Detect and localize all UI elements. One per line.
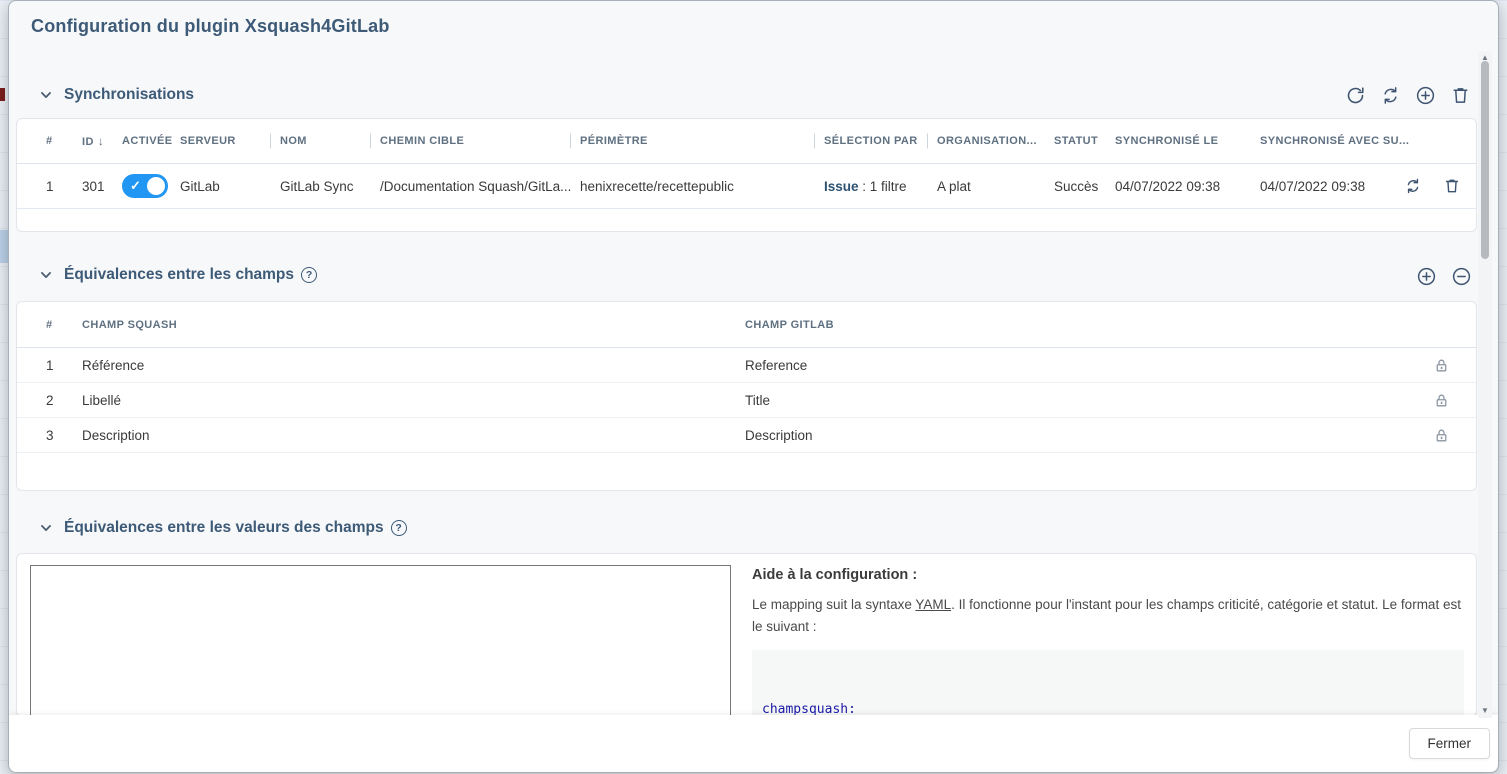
lock-icon [1433, 357, 1450, 374]
cell-perimeter: henixrecette/recettepublic [580, 179, 824, 194]
cell-num: 3 [46, 428, 82, 443]
scroll-down-icon[interactable]: ▼ [1481, 704, 1489, 718]
yaml-editor[interactable] [30, 565, 731, 717]
cell-num: 2 [46, 393, 82, 408]
cell-champ-gitlab: Description [745, 428, 1424, 443]
yaml-example-code: champsquash: valeurgitlab1: valeursquash… [752, 650, 1464, 717]
section-title: Équivalences entre les valeurs des champ… [64, 519, 384, 537]
dialog-footer: Fermer [9, 715, 1498, 772]
add-mapping-icon[interactable] [1415, 265, 1437, 287]
col-header-synced-with[interactable]: SYNCHRONISÉ AVEC SU... [1260, 135, 1402, 147]
sync-table-card: # ID↓ ACTIVÉE SERVEUR NOM CHEMIN CIBLE P… [16, 118, 1477, 232]
sync-toolbar [1344, 84, 1471, 106]
cell-target: /Documentation Squash/GitLa... [380, 179, 580, 194]
help-heading: Aide à la configuration : [752, 567, 1464, 583]
mapping-table-header: # CHAMP SQUASH CHAMP GITLAB [17, 302, 1476, 348]
sort-desc-icon: ↓ [98, 134, 104, 148]
add-sync-icon[interactable] [1414, 84, 1436, 106]
section-header-synchronisations[interactable]: Synchronisations [39, 86, 194, 104]
cell-num: 1 [46, 179, 82, 194]
col-header-selection[interactable]: SÉLECTION PAR [824, 135, 937, 147]
cell-status: Succès [1054, 179, 1115, 194]
mapping-row: 1 Référence Reference [17, 348, 1476, 383]
sync-table-row: 1 301 ✓ GitLab GitLab Sync /Documentatio… [17, 164, 1476, 209]
active-toggle[interactable]: ✓ [122, 174, 168, 198]
help-text: Le mapping suit la syntaxe YAML. Il fonc… [752, 594, 1464, 637]
lock-icon [1433, 427, 1450, 444]
cell-synced-with: 04/07/2022 09:38 [1260, 179, 1402, 194]
cell-champ-squash: Libellé [82, 393, 745, 408]
section-title: Équivalences entre les champs [64, 266, 294, 284]
section-header-value-mapping[interactable]: Équivalences entre les valeurs des champ… [39, 519, 407, 537]
check-icon: ✓ [130, 178, 141, 194]
config-help-panel: Aide à la configuration : Le mapping sui… [752, 567, 1464, 717]
section-header-field-mapping[interactable]: Équivalences entre les champs ? [39, 266, 317, 284]
chevron-down-icon[interactable] [39, 88, 53, 102]
field-mapping-card: # CHAMP SQUASH CHAMP GITLAB 1 Référence … [16, 301, 1477, 491]
cell-server: GitLab [180, 179, 280, 194]
col-header-champ-gitlab[interactable]: CHAMP GITLAB [745, 319, 1424, 331]
sync-table-header: # ID↓ ACTIVÉE SERVEUR NOM CHEMIN CIBLE P… [17, 119, 1476, 164]
col-header-status[interactable]: STATUT [1054, 135, 1115, 147]
help-icon[interactable]: ? [301, 267, 317, 283]
remove-mapping-icon[interactable] [1450, 265, 1472, 287]
cell-champ-gitlab: Title [745, 393, 1424, 408]
col-header-synced-on[interactable]: SYNCHRONISÉ LE [1115, 135, 1260, 147]
field-mapping-toolbar [1415, 265, 1472, 287]
cell-selection: Issue : 1 filtre [824, 179, 937, 194]
refresh-icon[interactable] [1344, 84, 1366, 106]
plugin-config-dialog: Configuration du plugin Xsquash4GitLab S… [8, 0, 1499, 773]
cell-organisation: A plat [937, 179, 1054, 194]
lock-icon [1433, 392, 1450, 409]
mapping-row: 3 Description Description [17, 418, 1476, 453]
vertical-scrollbar[interactable]: ▲ ▼ [1478, 51, 1492, 718]
sync-row-icon[interactable] [1402, 175, 1424, 197]
yaml-link[interactable]: YAML [915, 597, 951, 612]
mapping-row: 2 Libellé Title [17, 383, 1476, 418]
col-header-num[interactable]: # [46, 319, 82, 331]
section-title: Synchronisations [64, 86, 194, 104]
chevron-down-icon[interactable] [39, 268, 53, 282]
col-header-organisation[interactable]: ORGANISATION... [937, 135, 1054, 147]
close-button[interactable]: Fermer [1409, 728, 1491, 759]
cell-synced-on: 04/07/2022 09:38 [1115, 179, 1260, 194]
dialog-title: Configuration du plugin Xsquash4GitLab [31, 16, 390, 37]
col-header-target[interactable]: CHEMIN CIBLE [380, 135, 580, 147]
delete-sync-icon[interactable] [1449, 84, 1471, 106]
row-actions [1402, 175, 1467, 197]
col-header-id[interactable]: ID↓ [82, 134, 122, 148]
cell-champ-squash: Référence [82, 358, 745, 373]
delete-row-icon[interactable] [1441, 175, 1463, 197]
chevron-down-icon[interactable] [39, 521, 53, 535]
col-header-champ-squash[interactable]: CHAMP SQUASH [82, 319, 745, 331]
col-header-perimeter[interactable]: PÉRIMÈTRE [580, 135, 824, 147]
cell-num: 1 [46, 358, 82, 373]
col-header-active[interactable]: ACTIVÉE [122, 135, 180, 147]
help-icon[interactable]: ? [391, 520, 407, 536]
background-artifact [0, 88, 5, 101]
cell-name: GitLab Sync [280, 179, 380, 194]
cell-id: 301 [82, 179, 122, 194]
col-header-num[interactable]: # [46, 135, 82, 147]
col-header-server[interactable]: SERVEUR [180, 135, 280, 147]
value-mapping-card: Aide à la configuration : Le mapping sui… [16, 553, 1477, 717]
scrollbar-thumb[interactable] [1481, 61, 1489, 259]
toggle-knob [147, 177, 165, 195]
background-artifact [0, 230, 8, 263]
sync-all-icon[interactable] [1379, 84, 1401, 106]
col-header-name[interactable]: NOM [280, 135, 380, 147]
cell-champ-squash: Description [82, 428, 745, 443]
cell-champ-gitlab: Reference [745, 358, 1424, 373]
